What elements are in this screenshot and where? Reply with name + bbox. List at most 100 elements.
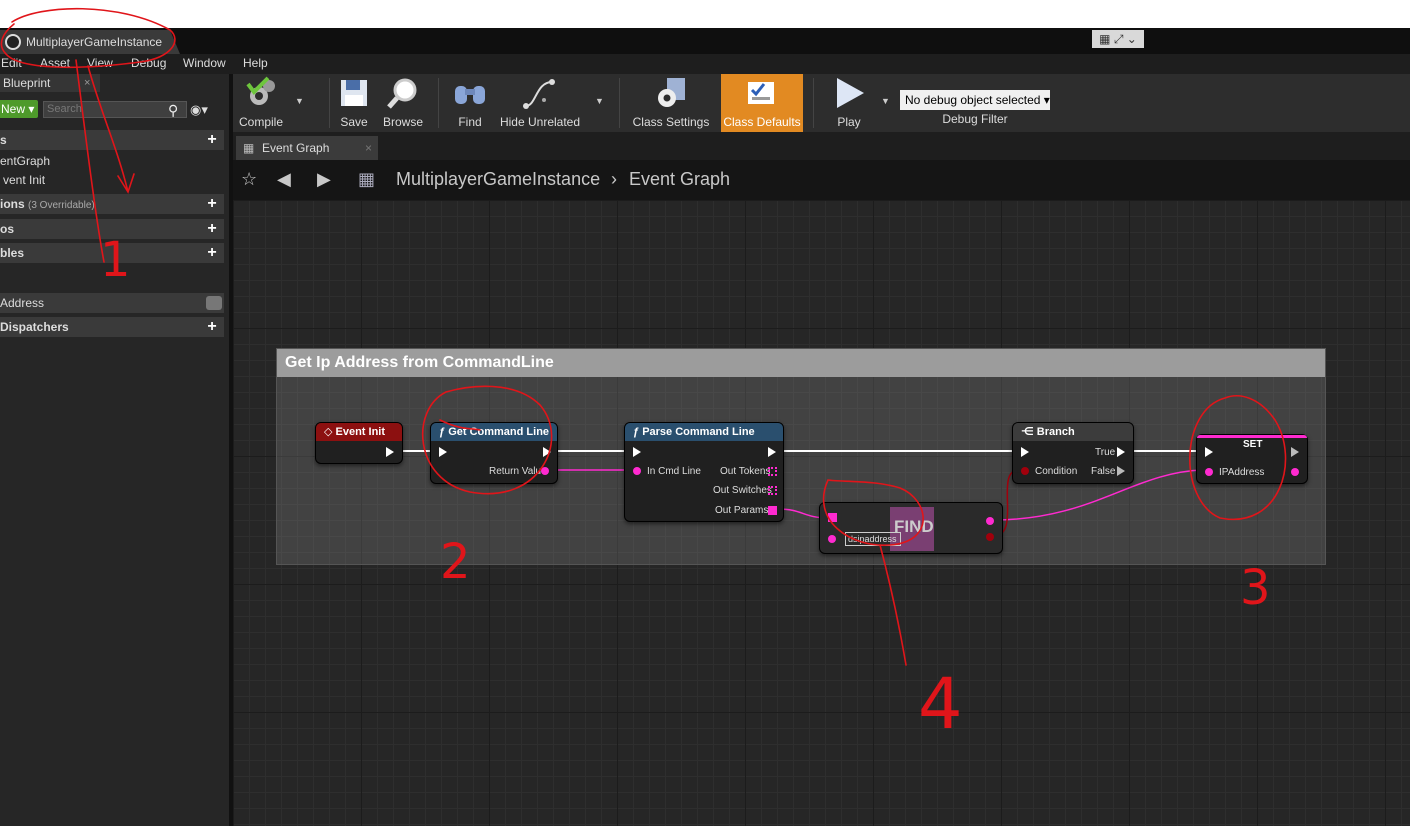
variable-item-label: Address	[0, 296, 45, 310]
star-icon[interactable]: ☆	[241, 169, 257, 190]
back-arrow-icon[interactable]: ◀	[277, 169, 291, 190]
find-button[interactable]: Find	[447, 74, 493, 132]
compile-options-chevron-icon[interactable]: ▼	[295, 96, 304, 106]
target-map-pin-icon[interactable]	[828, 513, 837, 522]
value-out-pin-icon[interactable]	[986, 517, 994, 525]
section-functions-label: ions	[0, 197, 25, 211]
hide-unrelated-button[interactable]: Hide Unrelated	[499, 74, 581, 132]
exec-in-pin-icon[interactable]	[633, 447, 641, 457]
exec-false-pin-icon[interactable]	[1117, 466, 1125, 476]
condition-label: Condition	[1035, 466, 1078, 477]
out-params-pin-icon[interactable]	[768, 506, 777, 515]
class-settings-button[interactable]: Class Settings	[631, 74, 711, 132]
add-graph-plus-icon[interactable]: +	[204, 132, 220, 148]
node-set-label: SET	[1243, 439, 1263, 450]
breadcrumb-graph[interactable]: Event Graph	[629, 169, 730, 190]
exec-out-pin-icon[interactable]	[386, 447, 394, 457]
graph-item-eventgraph[interactable]: entGraph	[0, 154, 50, 168]
blueprint-panel-tab[interactable]: Blueprint ×	[0, 74, 100, 92]
node-parse-command-line-title: ƒ Parse Command Line	[625, 423, 783, 441]
add-dispatcher-plus-icon[interactable]: +	[204, 319, 220, 335]
section-macros-label: os	[0, 222, 15, 236]
play-label: Play	[837, 115, 861, 129]
search-input[interactable]: Search	[43, 101, 187, 118]
add-new-button[interactable]: New ▾	[0, 100, 38, 118]
variable-item-ipaddress[interactable]: Address	[0, 293, 224, 313]
tab-event-graph-label: Event Graph	[262, 141, 330, 155]
section-functions[interactable]: ions (3 Overridable) +	[0, 194, 224, 214]
graph-item-event-init[interactable]: vent Init	[3, 173, 45, 187]
save-disk-icon	[333, 74, 375, 112]
play-button[interactable]: Play	[823, 74, 875, 132]
section-macros[interactable]: os +	[0, 219, 224, 239]
document-tab[interactable]: MultiplayerGameInstance	[0, 30, 180, 54]
section-event-dispatchers[interactable]: Dispatchers +	[0, 317, 224, 337]
node-event-init[interactable]: ◇ Event Init	[315, 422, 403, 464]
compile-button[interactable]: Compile	[235, 74, 287, 132]
exec-out-pin-icon[interactable]	[543, 447, 551, 457]
exec-in-pin-icon[interactable]	[1205, 447, 1213, 457]
node-branch[interactable]: ⋲ Branch True Condition False	[1012, 422, 1134, 484]
play-icon	[823, 74, 875, 112]
menu-edit[interactable]: Edit	[1, 56, 22, 70]
ipaddress-out-pin-icon[interactable]	[1291, 468, 1299, 476]
toolbar-divider	[438, 78, 439, 128]
debug-select-value: No debug object selected	[905, 93, 1041, 107]
debug-object-select[interactable]: No debug object selected ▾	[900, 90, 1050, 110]
toolbar: Compile ▼ Save Browse Find Hide Unrelate…	[233, 74, 1410, 132]
tab-event-graph[interactable]: ▦ Event Graph ×	[236, 136, 378, 160]
close-icon[interactable]: ×	[84, 74, 90, 92]
exec-in-pin-icon[interactable]	[1021, 447, 1029, 457]
node-get-command-line[interactable]: ƒ Get Command Line Return Value	[430, 422, 558, 484]
find-binoculars-icon	[447, 74, 493, 112]
return-value-pin-icon[interactable]	[541, 467, 549, 475]
graph-canvas[interactable]: Get Ip Address from CommandLine ◇ Event …	[233, 200, 1410, 826]
exec-out-pin-icon[interactable]	[768, 447, 776, 457]
document-title: MultiplayerGameInstance	[26, 35, 163, 49]
hide-unrelated-label: Hide Unrelated	[499, 115, 581, 129]
add-function-plus-icon[interactable]: +	[204, 196, 220, 212]
play-options-chevron-icon[interactable]: ▼	[881, 96, 890, 106]
ipaddress-in-pin-icon[interactable]	[1205, 468, 1213, 476]
node-event-init-title: ◇ Event Init	[316, 423, 402, 441]
class-defaults-button[interactable]: Class Defaults	[721, 74, 803, 132]
node-set[interactable]: SET IPAddress	[1196, 434, 1308, 484]
condition-pin-icon[interactable]	[1021, 467, 1029, 475]
in-cmd-line-pin-icon[interactable]	[633, 467, 641, 475]
browse-button[interactable]: Browse	[379, 74, 427, 132]
add-macro-plus-icon[interactable]: +	[204, 221, 220, 237]
found-bool-pin-icon[interactable]	[986, 533, 994, 541]
eye-visibility-icon[interactable]: ◉▾	[190, 102, 208, 118]
menu-window[interactable]: Window	[183, 56, 226, 70]
forward-arrow-icon[interactable]: ▶	[317, 169, 331, 190]
out-switches-pin-icon[interactable]	[768, 486, 777, 495]
breadcrumb-blueprint[interactable]: MultiplayerGameInstance	[396, 169, 600, 190]
exec-out-pin-icon[interactable]	[1291, 447, 1299, 457]
toolbar-divider	[813, 78, 814, 128]
key-input[interactable]: dsipaddress	[845, 532, 901, 546]
section-graphs[interactable]: s +	[0, 130, 224, 150]
menu-view[interactable]: View	[87, 56, 113, 70]
graph-tab-strip: ▦ Event Graph ×	[233, 132, 1410, 160]
class-defaults-label: Class Defaults	[723, 115, 801, 129]
section-variables-label: bles	[0, 246, 25, 260]
exec-in-pin-icon[interactable]	[439, 447, 447, 457]
key-pin-icon[interactable]	[828, 535, 836, 543]
close-icon[interactable]: ×	[365, 136, 372, 160]
add-variable-plus-icon[interactable]: +	[204, 245, 220, 261]
blueprint-tab-label: Blueprint	[3, 76, 51, 90]
toolbar-divider	[329, 78, 330, 128]
out-tokens-pin-icon[interactable]	[768, 467, 777, 476]
menu-help[interactable]: Help	[243, 56, 268, 70]
window-controls[interactable]: ▦ ⤢ ⌄	[1092, 30, 1144, 48]
save-button[interactable]: Save	[333, 74, 375, 132]
out-tokens-label: Out Tokens	[720, 466, 771, 477]
compile-label: Compile	[238, 115, 283, 129]
menu-asset[interactable]: Asset	[40, 56, 70, 70]
menu-debug[interactable]: Debug	[131, 56, 166, 70]
section-variables[interactable]: bles +	[0, 243, 224, 263]
node-parse-command-line[interactable]: ƒ Parse Command Line In Cmd Line Out Tok…	[624, 422, 784, 522]
exec-true-pin-icon[interactable]	[1117, 447, 1125, 457]
node-find[interactable]: FIND dsipaddress	[819, 502, 1003, 554]
hide-unrelated-chevron-icon[interactable]: ▼	[595, 96, 604, 106]
